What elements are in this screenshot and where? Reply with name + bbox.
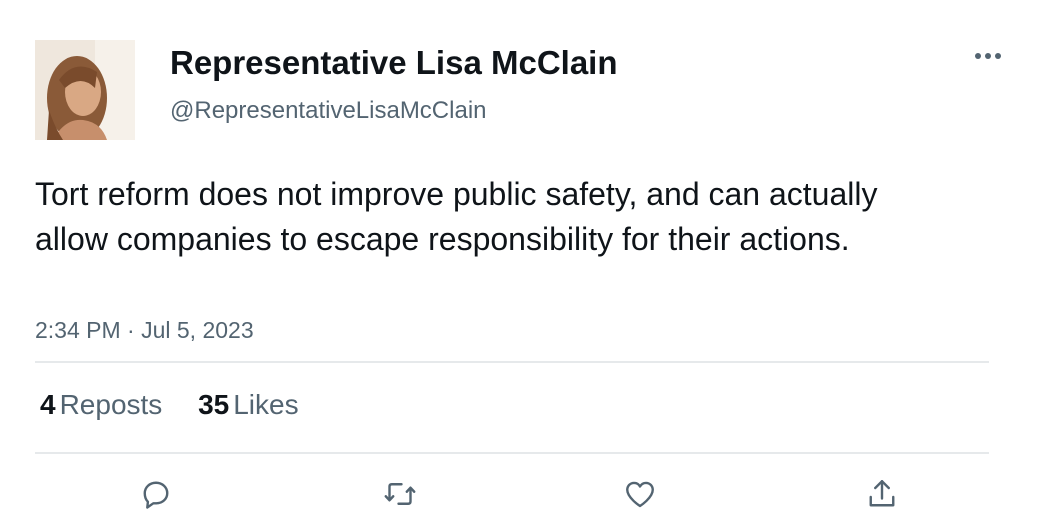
author-display-name[interactable]: Representative Lisa McClain bbox=[170, 43, 618, 83]
author-handle[interactable]: @RepresentativeLisaMcClain bbox=[170, 96, 487, 126]
repost-icon bbox=[384, 483, 416, 505]
reposts-stat[interactable]: 4 Reposts bbox=[40, 388, 162, 422]
reposts-count: 4 bbox=[40, 389, 56, 420]
avatar[interactable] bbox=[35, 40, 135, 140]
reply-button[interactable] bbox=[136, 474, 176, 514]
more-icon bbox=[975, 53, 1001, 59]
more-options-button[interactable] bbox=[970, 44, 1006, 68]
like-button[interactable] bbox=[620, 474, 660, 514]
engagement-stats: 4 Reposts 35 Likes bbox=[40, 388, 327, 422]
reply-icon bbox=[143, 481, 169, 509]
like-icon bbox=[626, 481, 654, 508]
likes-count: 35 bbox=[198, 389, 230, 420]
reposts-label: Reposts bbox=[59, 389, 163, 420]
share-icon bbox=[869, 480, 895, 507]
divider bbox=[35, 361, 989, 363]
tweet-text: Tort reform does not improve public safe… bbox=[35, 176, 878, 257]
likes-stat[interactable]: 35 Likes bbox=[198, 388, 299, 422]
divider bbox=[35, 452, 989, 454]
profile-photo-icon bbox=[35, 40, 135, 140]
share-button[interactable] bbox=[862, 474, 902, 514]
repost-button[interactable] bbox=[380, 474, 420, 514]
likes-label: Likes bbox=[233, 389, 299, 420]
tweet-timestamp[interactable]: 2:34 PM · Jul 5, 2023 bbox=[35, 316, 254, 344]
